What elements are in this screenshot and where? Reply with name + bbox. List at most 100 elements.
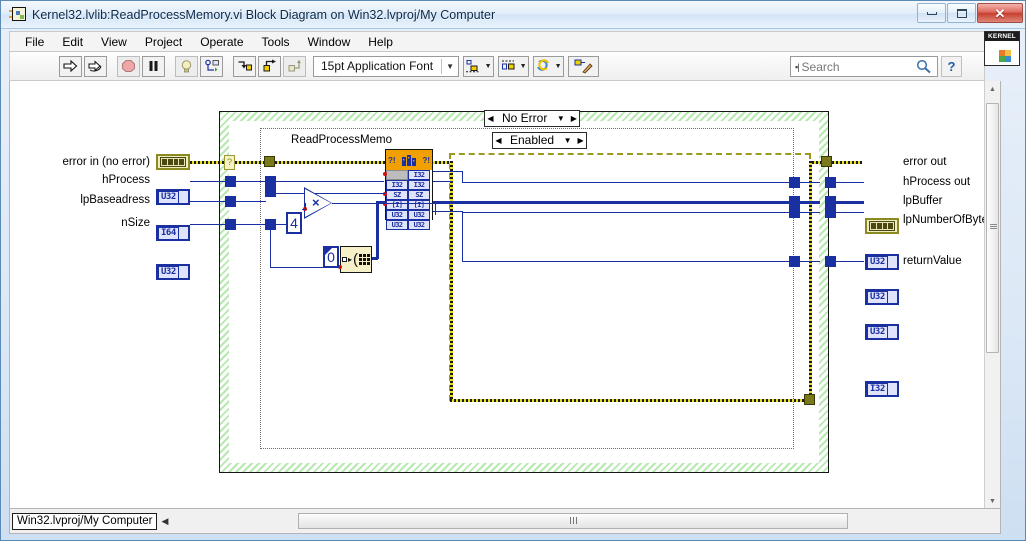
step-over-button[interactable] bbox=[258, 55, 281, 77]
menu-item-file[interactable]: File bbox=[16, 33, 53, 51]
initialize-array-function[interactable]: ▸ ( bbox=[340, 246, 372, 273]
tunnel-out-lpbuffer-disable bbox=[825, 196, 836, 207]
retain-wire-values-button[interactable] bbox=[200, 55, 223, 77]
output-terminal-error-out[interactable] bbox=[865, 218, 899, 234]
pause-button[interactable] bbox=[142, 55, 165, 77]
multiply-constant[interactable]: 4 bbox=[286, 212, 302, 234]
window-controls: ✕ bbox=[916, 3, 1023, 23]
search-scope-icon: ▪| bbox=[795, 61, 799, 72]
font-selector[interactable]: 15pt Application Font ▼ bbox=[313, 55, 460, 77]
selector-next-icon[interactable]: ▶ bbox=[575, 133, 587, 148]
menu-item-edit[interactable]: Edit bbox=[53, 33, 92, 51]
cln-row: I32 bbox=[386, 170, 432, 180]
terminal-type-u32: U32 bbox=[867, 325, 888, 339]
diagram-disable-selector[interactable]: ◀ Enabled ▼ ▶ bbox=[492, 132, 588, 149]
error-wire-frame-left bbox=[450, 161, 453, 401]
cln-cell-left: U32 bbox=[386, 220, 408, 230]
input-terminal-hprocess[interactable]: U32 bbox=[156, 189, 190, 205]
maximize-button[interactable] bbox=[947, 3, 976, 23]
search-box[interactable]: ▪| Search bbox=[790, 56, 938, 77]
input-terminal-nsize[interactable]: U32 bbox=[156, 264, 190, 280]
horizontal-scrollbar[interactable] bbox=[298, 513, 848, 529]
output-terminal-lpbuffer[interactable]: U32 bbox=[865, 289, 899, 305]
output-label-lpbuffer: lpBuffer bbox=[903, 195, 943, 207]
scroll-up-icon[interactable]: ▲ bbox=[985, 81, 1000, 97]
scroll-down-icon[interactable]: ▼ bbox=[985, 493, 1000, 508]
error-cluster-icon bbox=[160, 157, 186, 167]
wire-cln-out-3 bbox=[433, 211, 463, 212]
menu-item-view[interactable]: View bbox=[92, 33, 136, 51]
title-bar: Kernel32.lvlib:ReadProcessMemory.vi Bloc… bbox=[1, 1, 1025, 29]
cln-cell-right: U32 bbox=[408, 220, 430, 230]
menu-item-project[interactable]: Project bbox=[136, 33, 191, 51]
context-collapse-icon[interactable]: ◀ bbox=[161, 516, 168, 527]
disable-selector-dropdown-icon[interactable]: ▼ bbox=[560, 133, 575, 148]
menu-item-help[interactable]: Help bbox=[359, 33, 402, 51]
array-source-icon bbox=[341, 257, 347, 262]
align-objects-button[interactable]: ▼ bbox=[463, 55, 495, 77]
selector-next-icon[interactable]: ▶ bbox=[568, 111, 580, 126]
tunnel-out-bytes-disable bbox=[825, 207, 836, 218]
close-button[interactable]: ✕ bbox=[977, 3, 1023, 23]
step-into-button[interactable] bbox=[233, 55, 256, 77]
cln-parameter-rows: I32 I32 I32 SZ SZ [I] [I] U32 U32 U32 U3… bbox=[386, 170, 432, 230]
wire-initarr-to-cln bbox=[376, 201, 386, 204]
selector-prev-icon[interactable]: ◀ bbox=[493, 133, 504, 148]
run-button[interactable] bbox=[59, 55, 82, 77]
tunnel-out-returnvalue-case bbox=[789, 256, 800, 267]
menu-item-tools[interactable]: Tools bbox=[253, 33, 299, 51]
step-out-button[interactable] bbox=[283, 55, 306, 77]
tunnel-out-lpbuffer-case bbox=[789, 196, 800, 207]
wire-out-lpbuffer-final bbox=[836, 201, 864, 204]
horizontal-scrollbar-thumb[interactable] bbox=[298, 513, 848, 529]
wire-hprocess-1 bbox=[190, 181, 226, 182]
tunnel-nsize-disable bbox=[225, 219, 236, 230]
highlight-execution-button[interactable] bbox=[175, 55, 198, 77]
output-label-hprocess-out: hProcess out bbox=[903, 176, 971, 188]
terminal-type-i64: I64 bbox=[158, 226, 179, 240]
wire-out-hprocess-final bbox=[836, 182, 864, 183]
input-label-hprocess: hProcess bbox=[102, 174, 150, 186]
vertical-scrollbar[interactable]: ▲ ▼ bbox=[984, 81, 1000, 508]
block-diagram-canvas[interactable]: error in (no error) hProcess U32 lpBasea… bbox=[9, 81, 1001, 509]
distribute-objects-button[interactable]: ▼ bbox=[498, 55, 530, 77]
cln-left-marker: ?! bbox=[388, 155, 396, 165]
case-structure-selector[interactable]: ◀ No Error ▼ ▶ bbox=[484, 110, 581, 127]
output-terminal-lpnumberofbytesread[interactable]: U32 bbox=[865, 324, 899, 340]
window-title: Kernel32.lvlib:ReadProcessMemory.vi Bloc… bbox=[32, 7, 496, 22]
run-continuously-button[interactable] bbox=[84, 55, 107, 77]
cln-row: [I] [I] bbox=[386, 200, 432, 210]
output-terminal-hprocess-out[interactable]: U32 bbox=[865, 254, 899, 270]
selector-prev-icon[interactable]: ◀ bbox=[485, 111, 496, 126]
menu-item-window[interactable]: Window bbox=[299, 33, 360, 51]
output-terminal-returnvalue[interactable]: I32 bbox=[865, 381, 899, 397]
cln-node-label: ReadProcessMemo bbox=[291, 134, 392, 146]
minimize-button[interactable] bbox=[917, 3, 946, 23]
wire-cln-out-3-h2 bbox=[462, 212, 820, 213]
menu-item-operate[interactable]: Operate bbox=[191, 33, 252, 51]
cln-row: SZ SZ bbox=[386, 190, 432, 200]
step-group bbox=[232, 55, 307, 77]
error-wire-frame-bottom bbox=[450, 399, 812, 402]
abort-execution-icon bbox=[122, 60, 135, 72]
call-library-function-node[interactable]: ?! ?! I32 I32 I32 SZ SZ [I] [I] U32 U32 … bbox=[385, 149, 433, 230]
case-selector-dropdown-icon[interactable]: ▼ bbox=[553, 111, 568, 126]
magnifier-icon[interactable] bbox=[915, 59, 933, 74]
close-icon: ✕ bbox=[994, 5, 1006, 21]
input-terminal-lpbaseadress[interactable]: I64 bbox=[156, 225, 190, 241]
vertical-scrollbar-thumb[interactable] bbox=[986, 103, 999, 353]
tunnel-out-returnvalue-disable bbox=[825, 256, 836, 267]
vi-icon-pane[interactable]: KERNEL bbox=[984, 31, 1020, 66]
initialize-array-element-constant[interactable]: 0 bbox=[323, 246, 339, 268]
search-input[interactable]: Search bbox=[802, 60, 915, 74]
clean-up-diagram-button[interactable] bbox=[568, 55, 600, 77]
abort-execution-button[interactable] bbox=[117, 55, 140, 77]
input-terminal-error-in[interactable] bbox=[156, 154, 190, 170]
context-help-button[interactable]: ? bbox=[941, 56, 962, 77]
wire-returnvalue-v bbox=[462, 212, 463, 262]
reorder-objects-button[interactable]: ▼ bbox=[533, 55, 565, 77]
cln-cell-left: U32 bbox=[386, 210, 408, 220]
menu-bar: File Edit View Project Operate Tools Win… bbox=[9, 31, 985, 52]
clean-up-diagram-icon bbox=[574, 59, 593, 74]
context-path[interactable]: Win32.lvproj/My Computer bbox=[12, 512, 158, 530]
